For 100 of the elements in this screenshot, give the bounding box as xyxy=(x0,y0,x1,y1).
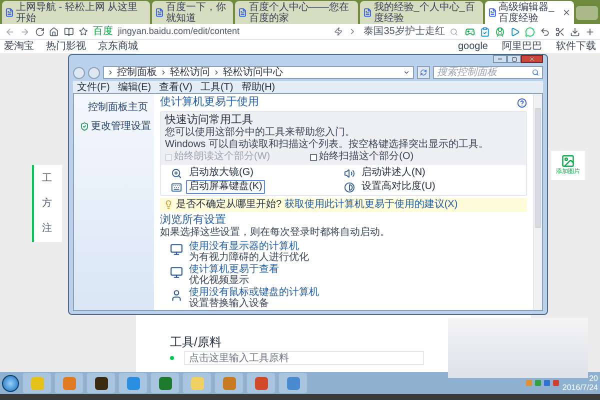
chat-icon[interactable] xyxy=(525,26,535,36)
tool-link[interactable]: 启动屏幕键盘(K) xyxy=(186,180,266,194)
person-icon xyxy=(170,289,183,302)
refresh-button[interactable] xyxy=(417,66,430,79)
tab-title: 百度一下，你就知道 xyxy=(166,2,227,24)
bookmark-link[interactable]: 软件下载 xyxy=(556,40,596,52)
back-icon[interactable] xyxy=(5,26,15,36)
image-icon xyxy=(561,154,575,168)
bookmark-link[interactable]: google xyxy=(458,40,488,52)
lightning-icon[interactable] xyxy=(334,27,343,36)
setting-description: 优化视频显示 xyxy=(189,275,250,286)
page-icon xyxy=(362,8,372,17)
menu-item[interactable]: 帮助(H) xyxy=(241,82,276,92)
train-icon[interactable] xyxy=(495,26,505,36)
maximize-button[interactable] xyxy=(507,55,521,63)
nav-link[interactable]: 控制面板主页 xyxy=(80,102,148,113)
breadcrumb-item[interactable]: 控制面板 xyxy=(117,67,157,78)
scrollbar[interactable] xyxy=(533,94,542,310)
browser-tab[interactable]: 高级编辑器_百度经验 xyxy=(484,1,574,24)
magnifier-icon xyxy=(171,168,182,178)
plus-icon[interactable] xyxy=(585,26,595,36)
app-icon xyxy=(158,376,172,390)
close-icon xyxy=(529,56,535,62)
site-label: 百度 xyxy=(92,26,113,38)
tab-title: 百度个人中心——您在百度的家 xyxy=(248,2,350,24)
panel-title: 快速访问常用工具 xyxy=(165,114,254,126)
checkbox-label: 始终扫描这个部分(O) xyxy=(319,151,414,163)
menu-item[interactable]: 编辑(E) xyxy=(118,82,152,92)
card-text: 方 xyxy=(42,196,53,211)
star-icon[interactable] xyxy=(79,27,88,36)
tool-link[interactable]: 启动放大镜(G) xyxy=(186,166,256,180)
bookmark-link[interactable]: 热门影视 xyxy=(46,40,86,52)
app-icon xyxy=(254,376,268,390)
app-icon xyxy=(286,376,300,390)
monitor-icon xyxy=(170,266,183,279)
breadcrumb-item[interactable]: 轻松访问 xyxy=(170,67,210,78)
play-icon[interactable] xyxy=(510,26,520,36)
scissors-icon[interactable] xyxy=(555,26,565,36)
bookmark-link[interactable]: 爱淘宝 xyxy=(4,40,34,52)
menu-item[interactable]: 工具(T) xyxy=(200,82,234,92)
checkbox[interactable] xyxy=(310,154,318,160)
undo-icon[interactable] xyxy=(540,26,550,36)
tip-link[interactable]: 获取使用此计算机更易于使用的建议(X) xyxy=(284,199,458,210)
section-title: 浏览所有设置 xyxy=(160,214,227,226)
lightbulb-icon xyxy=(164,200,173,209)
reload-icon[interactable] xyxy=(34,26,44,36)
setting-link[interactable]: 使计算机更易于查看 xyxy=(189,264,279,275)
bookmark-link[interactable]: 京东商城 xyxy=(98,40,138,52)
search-icon[interactable] xyxy=(450,28,458,36)
tool-link[interactable]: 启动讲述人(N) xyxy=(358,166,428,180)
input-field[interactable]: 点击这里输入工具原料 xyxy=(184,351,424,365)
close-icon[interactable] xyxy=(562,8,571,17)
close-button[interactable] xyxy=(521,55,543,63)
card-text: 注 xyxy=(42,222,53,236)
dropdown-icon[interactable] xyxy=(403,69,410,76)
menu-item[interactable]: 查看(V) xyxy=(159,82,192,92)
section-description: 如果选择这些设置，则在每次登录时都将自动启动。 xyxy=(160,227,391,239)
scroll-thumb[interactable] xyxy=(535,108,541,228)
browser-tab[interactable]: 上网导航 - 轻松上网 从这里开始 xyxy=(2,1,150,24)
tip-text: 是否不确定从哪里开始? 获取使用此计算机更易于使用的建议(X) xyxy=(176,199,458,211)
tab-title: 上网导航 - 轻松上网 从这里开始 xyxy=(16,2,139,24)
breadcrumb-bar[interactable]: 控制面板 轻松访问 轻松访问中心 xyxy=(103,66,414,79)
start-button[interactable] xyxy=(2,374,19,392)
card-text: 工 xyxy=(42,172,53,186)
checklist-icon[interactable] xyxy=(480,26,490,36)
bookmark-link[interactable]: 阿里巴巴 xyxy=(502,40,542,52)
page-icon xyxy=(154,8,164,17)
tool-link[interactable]: 设置高对比度(U) xyxy=(358,180,438,194)
contrast-icon xyxy=(344,182,354,192)
refresh-icon xyxy=(420,69,427,76)
section-title: 使计算机更易于使用 xyxy=(160,96,259,109)
home-icon[interactable] xyxy=(49,26,60,36)
shield-icon xyxy=(80,122,89,131)
browser-tab[interactable]: 百度一下，你就知道 xyxy=(152,1,233,24)
setting-link[interactable]: 使用没有显示器的计算机 xyxy=(189,241,309,252)
forward-icon[interactable] xyxy=(20,26,30,36)
download-icon[interactable] xyxy=(570,26,580,36)
back-button[interactable] xyxy=(73,66,85,78)
app-icon xyxy=(94,376,108,390)
setting-link[interactable]: 使用没有鼠标或键盘的计算机 xyxy=(189,287,319,298)
search-icon[interactable] xyxy=(532,69,539,76)
browser-tab[interactable]: 百度个人中心——您在百度的家 xyxy=(234,1,358,24)
help-icon[interactable] xyxy=(517,98,527,108)
menu-item[interactable]: 文件(F) xyxy=(77,82,110,92)
setting-description: 为有视力障碍的人进行优化 xyxy=(189,252,309,263)
app-button[interactable] xyxy=(87,373,115,393)
tab-title: 我的经验_个人中心_百度经验 xyxy=(374,2,476,24)
minimize-button[interactable] xyxy=(493,55,507,63)
nav-link[interactable]: 更改管理设置 xyxy=(91,121,151,132)
chevron-icon xyxy=(107,69,114,76)
book-icon[interactable] xyxy=(64,26,74,36)
browser-tab[interactable]: 我的经验_个人中心_百度经验 xyxy=(360,1,483,24)
url-field[interactable]: jingyan.baidu.com/edit/content xyxy=(118,24,330,38)
forward-button[interactable] xyxy=(88,66,100,78)
chevron-icon xyxy=(160,69,167,76)
search-field[interactable]: 泰国35岁护士走红 xyxy=(362,24,460,38)
keyboard-icon xyxy=(171,182,182,192)
gamepad-icon[interactable] xyxy=(465,26,475,36)
breadcrumb-item[interactable]: 轻松访问中心 xyxy=(223,67,283,78)
chevron-icon xyxy=(213,69,220,76)
